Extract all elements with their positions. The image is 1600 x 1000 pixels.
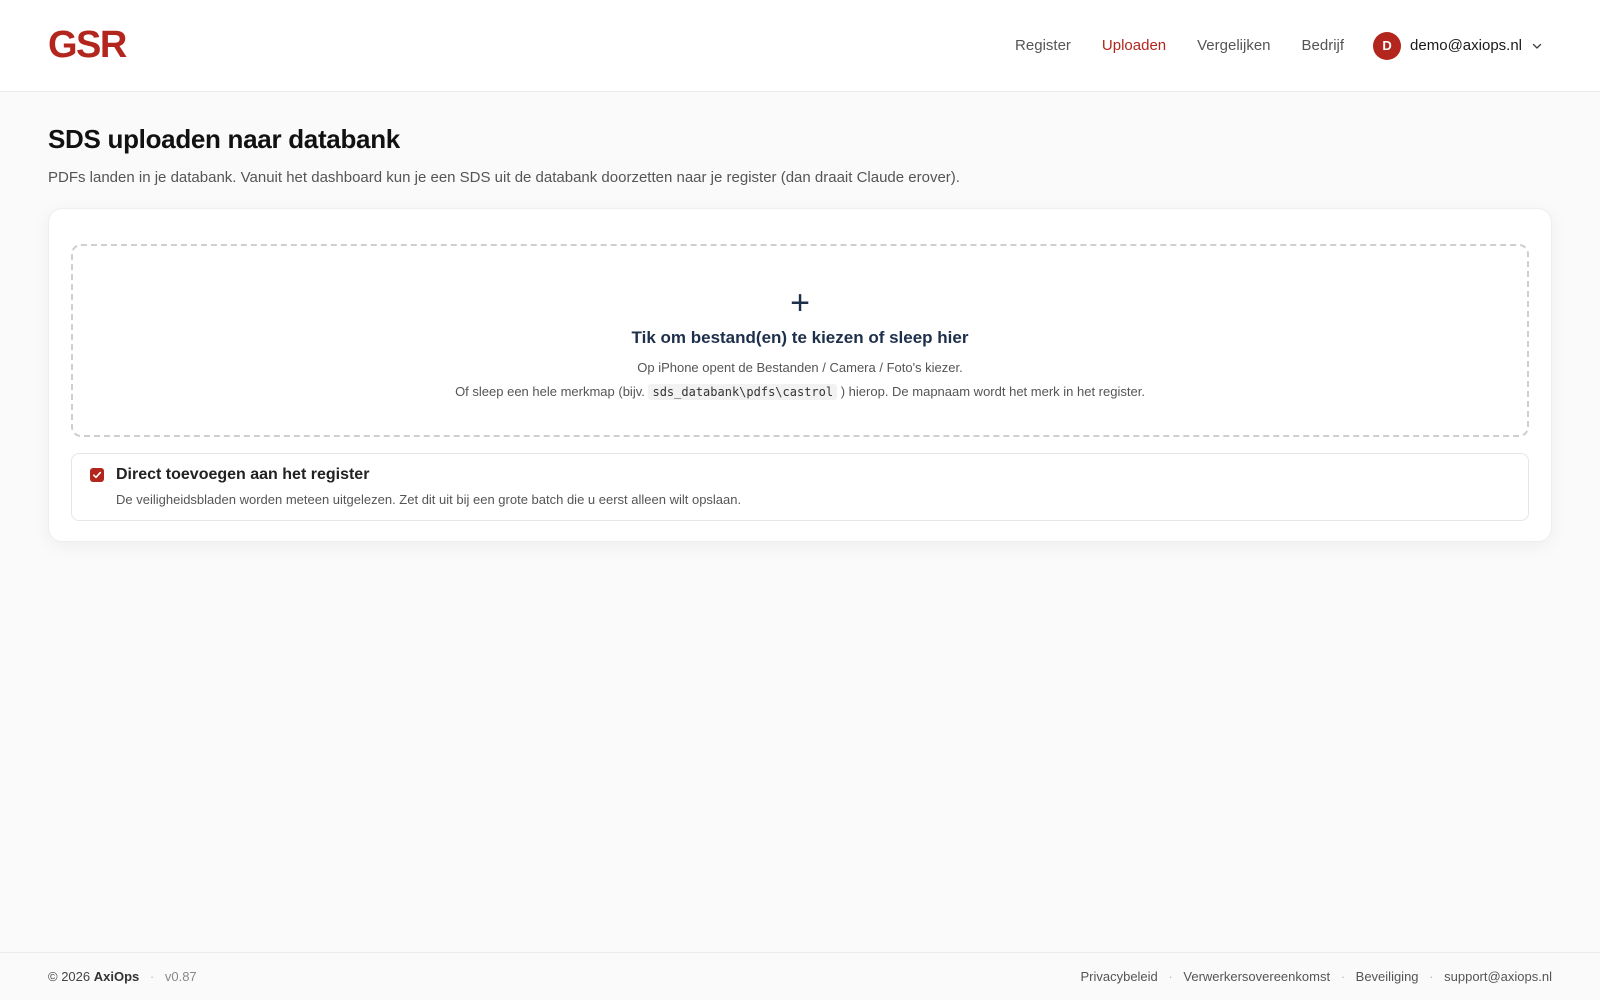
security-link[interactable]: Beveiliging	[1356, 969, 1419, 984]
option-title[interactable]: Direct toevoegen aan het register	[116, 466, 741, 484]
privacy-link[interactable]: Privacybeleid	[1080, 969, 1157, 984]
folder-path-code: sds_databank\pdfs\castrol	[648, 384, 838, 400]
plus-icon: +	[790, 284, 810, 322]
checkmark-icon	[93, 471, 102, 479]
nav-bedrijf[interactable]: Bedrijf	[1302, 37, 1345, 54]
page-title: SDS uploaden naar databank	[48, 124, 400, 154]
avatar: D	[1373, 31, 1402, 60]
nav-register[interactable]: Register	[1015, 37, 1071, 54]
user-email: demo@axiops.nl	[1410, 37, 1522, 54]
gsr-logo[interactable]: GSR	[48, 24, 127, 67]
user-menu[interactable]: D demo@axiops.nl	[1373, 31, 1543, 60]
dropzone-title: Tik om bestand(en) te kiezen of sleep hi…	[631, 328, 969, 347]
direct-add-checkbox[interactable]	[90, 468, 104, 482]
separator: ·	[1168, 969, 1173, 984]
nav-vergelijken[interactable]: Vergelijken	[1197, 37, 1270, 54]
hint-suffix: ) hierop. De mapnaam wordt het merk in h…	[840, 384, 1145, 399]
upload-card: + Tik om bestand(en) te kiezen of sleep …	[48, 208, 1552, 542]
hint-prefix: Of sleep een hele merkmap (bijv.	[455, 384, 645, 399]
nav-uploaden[interactable]: Uploaden	[1102, 37, 1166, 54]
copyright-year: © 2026	[48, 969, 91, 984]
footer-links: Privacybeleid · Verwerkersovereenkomst ·…	[1080, 969, 1552, 984]
top-bar: GSR Register Uploaden Vergelijken Bedrij…	[0, 0, 1600, 92]
direct-add-option: Direct toevoegen aan het register De vei…	[71, 453, 1529, 521]
separator: ·	[149, 969, 155, 984]
main-content: SDS uploaden naar databank PDFs landen i…	[0, 92, 1600, 542]
company-name: AxiOps	[93, 969, 140, 984]
support-email-link[interactable]: support@axiops.nl	[1444, 969, 1552, 984]
main-nav: Register Uploaden Vergelijken Bedrijf D …	[984, 31, 1543, 60]
chevron-down-icon	[1532, 43, 1542, 49]
footer: © 2026 AxiOps · v0.87 Privacybeleid · Ve…	[0, 952, 1600, 1000]
app-version: v0.87	[164, 969, 197, 984]
option-description: De veiligheidsbladen worden meteen uitge…	[116, 492, 742, 507]
upload-dropzone[interactable]: + Tik om bestand(en) te kiezen of sleep …	[71, 244, 1529, 437]
footer-copyright: © 2026 AxiOps · v0.87	[48, 969, 197, 984]
separator: ·	[1340, 969, 1346, 984]
separator: ·	[1429, 969, 1434, 984]
option-text: Direct toevoegen aan het register De vei…	[116, 466, 741, 507]
dropzone-hint-folder: Of sleep een hele merkmap (bijv. sds_dat…	[455, 384, 1145, 400]
processor-agreement-link[interactable]: Verwerkersovereenkomst	[1183, 969, 1330, 984]
page-subtitle: PDFs landen in je databank. Vanuit het d…	[48, 169, 960, 186]
dropzone-hint-iphone: Op iPhone opent de Bestanden / Camera / …	[637, 360, 963, 375]
